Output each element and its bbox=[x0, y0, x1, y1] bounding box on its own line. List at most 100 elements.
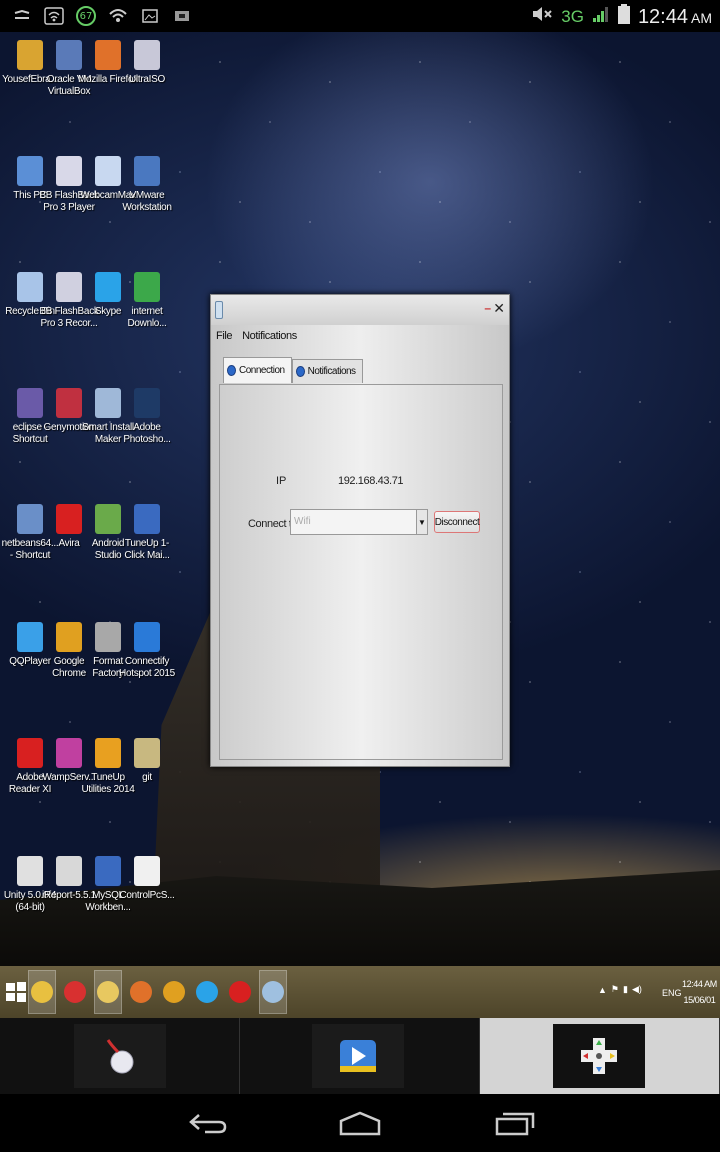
desktop-app-icon bbox=[134, 272, 160, 302]
file-explorer-icon bbox=[31, 981, 53, 1003]
desktop-icon[interactable]: eclipse - Shortcut bbox=[8, 388, 52, 446]
media-mode-button[interactable] bbox=[312, 1024, 404, 1088]
desktop-app-icon bbox=[95, 272, 121, 302]
menu-notifications[interactable]: Notifications bbox=[242, 330, 297, 342]
menu-file[interactable]: File bbox=[216, 330, 233, 342]
desktop-icon-label: TuneUp 1-Click Mai... bbox=[124, 538, 170, 561]
network-type: 3G bbox=[561, 7, 584, 26]
desktop-icon[interactable]: git bbox=[125, 738, 169, 784]
desktop-app-icon bbox=[134, 856, 160, 886]
desktop-icon[interactable]: TuneUp 1-Click Mai... bbox=[124, 504, 170, 562]
info-icon bbox=[295, 366, 305, 377]
taskbar-app-button[interactable] bbox=[61, 970, 89, 1014]
recents-button[interactable] bbox=[490, 1108, 540, 1138]
ip-value: 192.168.43.71 bbox=[338, 475, 404, 487]
tray-arrow-icon[interactable]: ▲ bbox=[598, 985, 607, 995]
minimize-icon[interactable]: – bbox=[484, 301, 491, 315]
desktop-app-icon bbox=[56, 388, 82, 418]
desktop-app-icon bbox=[56, 856, 82, 886]
controlpc-window[interactable]: – ✕ File Notifications Connection Notifi… bbox=[210, 294, 510, 767]
system-tray[interactable]: ▲ ⚑ ▮ ◀) bbox=[598, 984, 642, 995]
desktop-icon[interactable]: BB FlashBack Pro 3 Player bbox=[39, 156, 99, 214]
disconnect-button[interactable]: Disconnect bbox=[434, 511, 480, 533]
desktop-icon[interactable]: TuneUp Utilities 2014 bbox=[81, 738, 135, 796]
flag-icon[interactable]: ⚑ bbox=[611, 984, 619, 995]
desktop-app-icon bbox=[134, 738, 160, 768]
desktop-app-icon bbox=[95, 156, 121, 186]
desktop-icon[interactable]: UltraISO bbox=[125, 40, 169, 86]
window-menubar: File Notifications bbox=[211, 325, 509, 347]
wifi-hotspot-icon bbox=[108, 7, 128, 25]
mouse-mode-segment[interactable] bbox=[0, 1018, 240, 1094]
taskbar-time: 12:44 AM bbox=[682, 979, 717, 989]
taskbar-app-button[interactable] bbox=[127, 970, 155, 1014]
desktop-app-icon bbox=[134, 388, 160, 418]
mouse-mode-button[interactable] bbox=[74, 1024, 166, 1088]
desktop-icon[interactable]: Adobe Reader XI bbox=[8, 738, 52, 796]
window-titlebar[interactable]: – ✕ bbox=[211, 295, 509, 325]
back-button[interactable] bbox=[182, 1108, 232, 1138]
desktop-app-icon bbox=[134, 40, 160, 70]
desktop-app-icon bbox=[56, 738, 82, 768]
dpad-icon bbox=[581, 1038, 617, 1074]
dropdown-arrow-icon[interactable]: ▼ bbox=[416, 510, 427, 534]
taskbar-app-button[interactable] bbox=[94, 970, 122, 1014]
taskbar-app-button[interactable] bbox=[226, 970, 254, 1014]
android-status-bar: 67 3G 12:44 AM bbox=[0, 0, 720, 32]
acrobat-icon bbox=[229, 981, 251, 1003]
desktop-icon[interactable]: netbeans64... - Shortcut bbox=[2, 504, 59, 562]
desktop-icon-label: Adobe Photosho... bbox=[123, 422, 171, 445]
desktop-icon[interactable]: MySQL Workben... bbox=[85, 856, 131, 914]
desktop-icon[interactable]: ControlPcS... bbox=[119, 856, 175, 902]
media-mode-segment[interactable] bbox=[240, 1018, 480, 1094]
desktop-app-icon bbox=[17, 156, 43, 186]
desktop-app-icon bbox=[17, 504, 43, 534]
status-time: 12:44 AM bbox=[637, 5, 712, 28]
taskbar-app-button[interactable] bbox=[193, 970, 221, 1014]
desktop-app-icon bbox=[95, 40, 121, 70]
desktop-app-icon bbox=[17, 622, 43, 652]
app-icon bbox=[262, 981, 284, 1003]
tab-notifications[interactable]: Notifications bbox=[291, 359, 363, 383]
gamepad-mode-segment[interactable] bbox=[480, 1018, 720, 1094]
taskbar-clock[interactable]: 12:44 AM 15/06/01 bbox=[682, 976, 717, 1008]
play-icon bbox=[340, 1040, 376, 1072]
taskbar-app-button[interactable] bbox=[28, 970, 56, 1014]
taskbar-app-button[interactable] bbox=[259, 970, 287, 1014]
alarm-icon bbox=[64, 981, 86, 1003]
volume-icon[interactable]: ◀) bbox=[632, 984, 642, 995]
battery-icon bbox=[617, 4, 630, 30]
desktop-app-icon bbox=[56, 622, 82, 652]
close-icon[interactable]: ✕ bbox=[493, 300, 505, 317]
desktop-icon-label: internet Downlo... bbox=[127, 306, 167, 329]
tab-notifications-label: Notifications bbox=[307, 366, 356, 377]
connection-panel: IP 192.168.43.71 Connect to Wifi ▼ Disco… bbox=[219, 384, 503, 760]
firefox-icon bbox=[130, 981, 152, 1003]
network-tray-icon[interactable]: ▮ bbox=[623, 984, 628, 995]
input-language[interactable]: ENG bbox=[662, 988, 682, 998]
connection-type-select[interactable]: Wifi ▼ bbox=[290, 509, 428, 535]
home-button[interactable] bbox=[335, 1108, 385, 1138]
android-nav-bar bbox=[0, 1094, 720, 1152]
desktop[interactable]: YousefEbra... Oracle VM VirtualBox Mozilla… bbox=[0, 32, 720, 966]
taskbar-app-button[interactable] bbox=[160, 970, 188, 1014]
desktop-app-icon bbox=[17, 40, 43, 70]
desktop-icon[interactable]: Adobe Photosho... bbox=[123, 388, 171, 446]
desktop-app-icon bbox=[95, 738, 121, 768]
desktop-app-icon bbox=[56, 504, 82, 534]
tab-connection-label: Connection bbox=[239, 365, 285, 376]
desktop-icon[interactable]: VMware Workstation bbox=[122, 156, 172, 214]
desktop-icon[interactable]: BB FlashBack Pro 3 Recor... bbox=[39, 272, 99, 330]
desktop-app-icon bbox=[17, 272, 43, 302]
wifi-icon bbox=[44, 7, 64, 25]
desktop-icon[interactable]: internet Downlo... bbox=[125, 272, 169, 330]
desktop-icon[interactable]: Unity 5.0.0f4 (64-bit) bbox=[4, 856, 56, 914]
desktop-icon[interactable]: Oracle VM VirtualBox bbox=[47, 40, 92, 98]
image-icon bbox=[140, 7, 160, 25]
start-button[interactable] bbox=[2, 970, 30, 1014]
desktop-icon[interactable]: Connectify Hotspot 2015 bbox=[119, 622, 175, 680]
tab-connection[interactable]: Connection bbox=[223, 357, 292, 383]
desktop-app-icon bbox=[56, 156, 82, 186]
gamepad-mode-button[interactable] bbox=[553, 1024, 645, 1088]
connection-icon bbox=[227, 365, 236, 376]
